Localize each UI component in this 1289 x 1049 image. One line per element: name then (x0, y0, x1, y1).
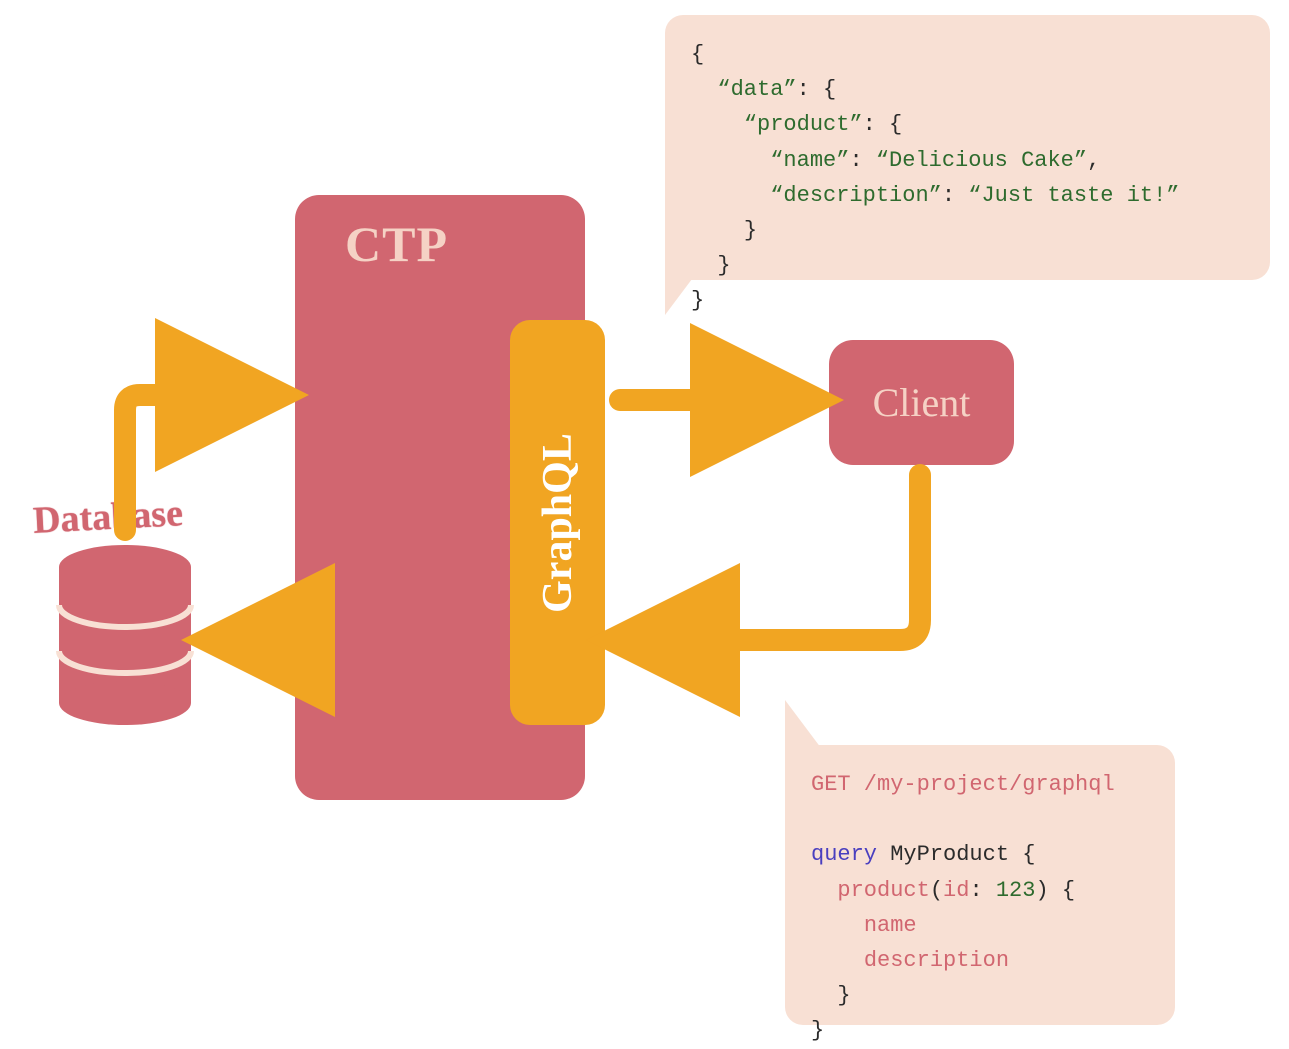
graphql-label: GraphQL (534, 433, 582, 613)
response-code-box: { “data”: { “product”: { “name”: “Delici… (665, 15, 1270, 280)
ctp-label: CTP (345, 215, 448, 273)
database-label: Database (32, 491, 184, 543)
client-box: Client (829, 340, 1014, 465)
client-label: Client (873, 379, 971, 426)
database-icon (55, 545, 195, 725)
http-get-line: GET /my-project/graphql (811, 772, 1115, 797)
graphql-endpoint-tab: GraphQL (510, 320, 605, 725)
request-code-box: GET /my-project/graphql query MyProduct … (785, 745, 1175, 1025)
arrow-client-to-graphql (630, 475, 920, 640)
